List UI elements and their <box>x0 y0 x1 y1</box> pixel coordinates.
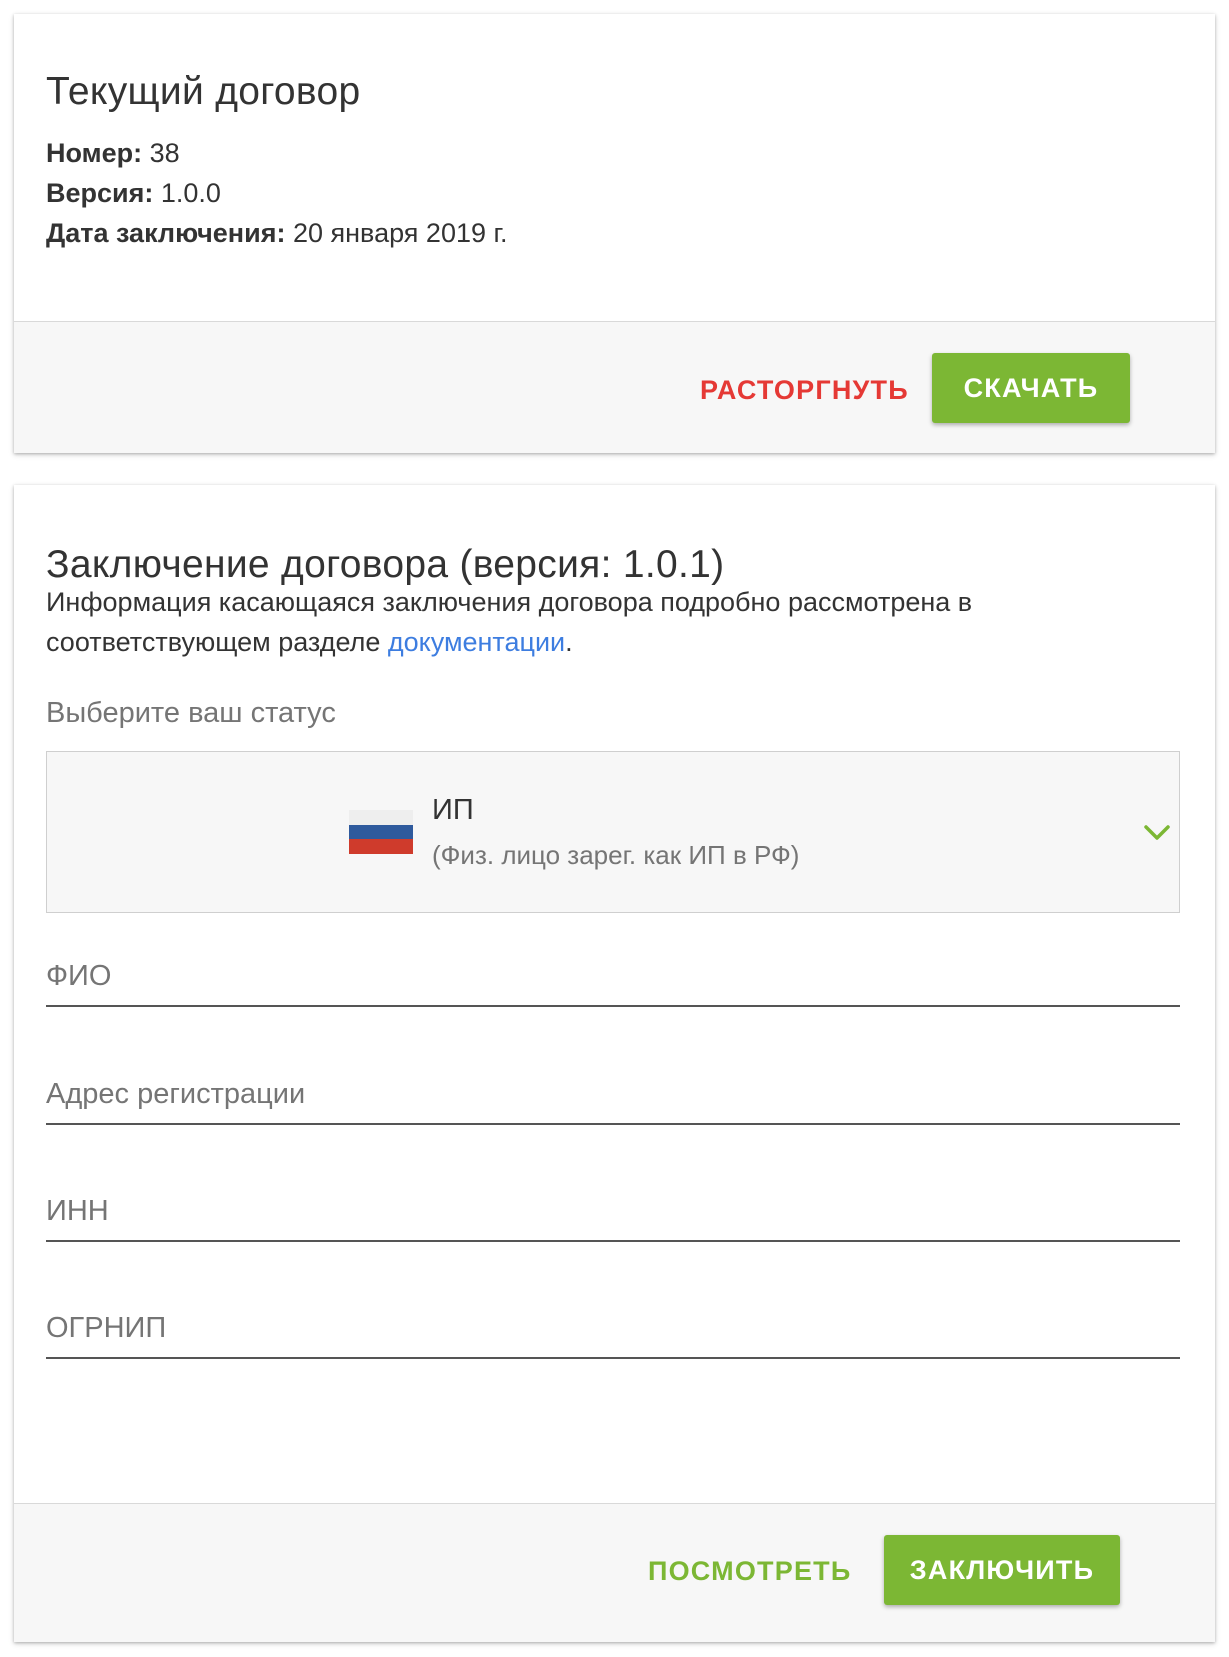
address-input[interactable] <box>46 1065 1180 1123</box>
current-contract-card: Текущий договор Номер: 38 Версия: 1.0.0 … <box>14 14 1215 453</box>
status-label: Выберите ваш статус <box>46 697 336 729</box>
new-contract-card: Заключение договора (версия: 1.0.1) Инфо… <box>14 485 1215 1642</box>
address-field[interactable] <box>46 1065 1180 1125</box>
fio-field[interactable] <box>46 947 1180 1007</box>
new-contract-title: Заключение договора (версия: 1.0.1) <box>46 543 725 586</box>
fio-input[interactable] <box>46 947 1180 1005</box>
status-select[interactable]: ИП (Физ. лицо зарег. как ИП в РФ) <box>46 751 1180 913</box>
inn-input[interactable] <box>46 1182 1180 1240</box>
contract-version: Версия: 1.0.0 <box>46 178 221 209</box>
documentation-link[interactable]: документации <box>388 627 565 657</box>
new-contract-description: Информация касающаяся заключения договор… <box>46 582 1176 662</box>
status-select-subtitle: (Физ. лицо зарег. как ИП в РФ) <box>432 840 800 870</box>
download-button[interactable]: СКАЧАТЬ <box>932 353 1130 423</box>
contract-version-label: Версия: <box>46 178 154 208</box>
contract-number: Номер: 38 <box>46 138 180 169</box>
description-end: . <box>565 627 573 657</box>
current-contract-title: Текущий договор <box>46 70 361 113</box>
russia-flag-icon <box>349 810 413 855</box>
contract-date: Дата заключения: 20 января 2019 г. <box>46 218 508 249</box>
status-select-title: ИП <box>432 794 474 826</box>
current-contract-actions: РАСТОРГНУТЬ СКАЧАТЬ <box>14 321 1215 453</box>
conclude-button[interactable]: ЗАКЛЮЧИТЬ <box>884 1535 1120 1605</box>
inn-field[interactable] <box>46 1182 1180 1242</box>
contract-number-value: 38 <box>149 138 180 168</box>
contract-date-label: Дата заключения: <box>46 218 286 248</box>
contract-number-label: Номер: <box>46 138 143 168</box>
contract-date-value: 20 января 2019 г. <box>292 218 508 248</box>
preview-button[interactable]: ПОСМОТРЕТЬ <box>648 1540 850 1602</box>
chevron-down-icon <box>1144 825 1170 840</box>
new-contract-actions: ПОСМОТРЕТЬ ЗАКЛЮЧИТЬ <box>14 1503 1215 1642</box>
ogrnip-field[interactable] <box>46 1299 1180 1359</box>
terminate-button[interactable]: РАСТОРГНУТЬ <box>700 360 908 420</box>
contract-version-value: 1.0.0 <box>160 178 221 208</box>
ogrnip-input[interactable] <box>46 1299 1180 1357</box>
